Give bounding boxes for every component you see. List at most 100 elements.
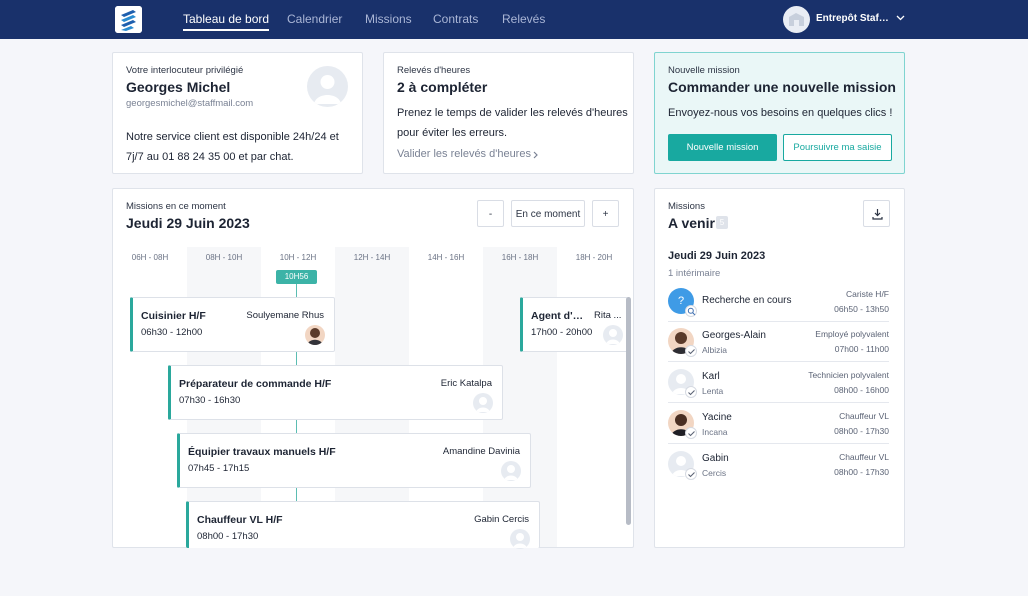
now-button[interactable]: En ce moment [511, 200, 585, 227]
list-item-name: Recherche en cours [702, 295, 792, 306]
continue-entry-button[interactable]: Poursuivre ma saisie [783, 134, 892, 161]
list-item-role: Technicien polyvalent [808, 370, 889, 380]
check-icon [688, 431, 695, 437]
list-item-name: Yacine [702, 412, 732, 423]
timesheets-title: 2 à compléter [397, 79, 488, 95]
timesheets-text-line1: Prenez le temps de valider les relevés d… [397, 107, 628, 119]
timeline-scrollbar[interactable] [626, 297, 631, 525]
list-item-sub: Cercis [702, 468, 727, 478]
chevron-right-icon[interactable] [532, 151, 539, 159]
current-missions-date: Jeudi 29 Juin 2023 [126, 215, 250, 231]
list-item[interactable]: ? Recherche en cours Cariste H/F 06h50 -… [668, 283, 889, 324]
list-item[interactable]: Georges-Alain Albizia Employé polyvalent… [668, 323, 889, 364]
list-item-name: Karl [702, 371, 720, 382]
divider [668, 402, 889, 403]
check-badge [685, 386, 697, 398]
nav-tab-contracts[interactable]: Contrats [433, 12, 478, 26]
divider [668, 443, 889, 444]
download-icon [872, 209, 883, 220]
nav-tab-dashboard[interactable]: Tableau de bord [183, 12, 270, 31]
current-missions-label: Missions en ce moment [126, 201, 226, 212]
shift-card[interactable]: Équipier travaux manuels H/F 07h45 - 17h… [177, 433, 531, 488]
top-navigation-bar: Tableau de bord Calendrier Missions Cont… [0, 0, 1028, 39]
list-item-time: 08h00 - 17h30 [834, 467, 889, 477]
upcoming-date: Jeudi 29 Juin 2023 [668, 250, 766, 262]
company-avatar-icon[interactable] [783, 6, 810, 33]
shift-title: Équipier travaux manuels H/F [188, 446, 336, 458]
upcoming-count-badge: 5 [716, 216, 728, 229]
shift-worker-name: Rita ... [594, 310, 622, 321]
validate-timesheets-link[interactable]: Valider les relevés d'heures [397, 144, 531, 165]
list-item-name: Gabin [702, 453, 729, 464]
new-mission-title: Commander une nouvelle mission [668, 79, 896, 95]
divider [668, 321, 889, 322]
list-item-role: Cariste H/F [846, 289, 889, 299]
chevron-down-icon[interactable] [896, 13, 905, 22]
check-badge [685, 345, 697, 357]
list-item-time: 08h00 - 16h00 [834, 385, 889, 395]
service-text-line1: Notre service client est disponible 24h/… [126, 131, 339, 143]
check-badge [685, 468, 697, 480]
worker-avatar-icon [510, 529, 530, 549]
list-item[interactable]: Karl Lenta Technicien polyvalent 08h00 -… [668, 364, 889, 405]
shift-card[interactable]: Agent d'e... 17h00 - 20h00 Rita ... [520, 297, 628, 352]
list-item[interactable]: Yacine Incana Chauffeur VL 08h00 - 17h30 [668, 405, 889, 446]
account-name[interactable]: Entrepôt Staffme... [816, 13, 890, 24]
shift-time: 07h30 - 16h30 [179, 395, 241, 406]
nav-tab-timesheets[interactable]: Relevés [502, 12, 545, 26]
shift-worker-name: Soulyemane Rhus [246, 310, 324, 321]
list-item-sub: Albizia [702, 345, 728, 355]
list-item-role: Chauffeur VL [839, 452, 889, 462]
shift-time: 08h00 - 17h30 [197, 531, 259, 542]
worker-avatar-icon [501, 461, 521, 481]
contact-email[interactable]: georgesmichel@staffmail.com [126, 98, 253, 109]
list-item-time: 08h00 - 17h30 [834, 426, 889, 436]
zoom-in-button[interactable]: + [592, 200, 619, 227]
check-badge [685, 427, 697, 439]
contact-label: Votre interlocuteur privilégié [126, 65, 244, 76]
list-item-time: 07h00 - 11h00 [834, 344, 889, 354]
divider [668, 361, 889, 362]
list-item-role: Chauffeur VL [839, 411, 889, 421]
shift-title: Cuisinier H/F [141, 310, 206, 322]
upcoming-label: Missions [668, 201, 705, 212]
timesheets-label: Relevés d'heures [397, 65, 471, 76]
check-icon [688, 472, 695, 478]
time-header: 06H - 08H [131, 253, 169, 262]
new-mission-button[interactable]: Nouvelle mission [668, 134, 777, 161]
new-mission-label: Nouvelle mission [668, 65, 740, 76]
download-button[interactable] [863, 200, 890, 227]
shift-card[interactable]: Chauffeur VL H/F 08h00 - 17h30 Gabin Cer… [186, 501, 540, 549]
time-header: 16H - 18H [501, 253, 539, 262]
worker-avatar-icon [305, 325, 325, 345]
shift-time: 06h30 - 12h00 [141, 327, 203, 338]
time-header: 18H - 20H [575, 253, 613, 262]
check-icon [688, 390, 695, 396]
shift-card[interactable]: Cuisinier H/F 06h30 - 12h00 Soulyemane R… [130, 297, 335, 352]
worker-avatar-icon [603, 325, 623, 345]
shift-title: Chauffeur VL H/F [197, 514, 283, 526]
shift-time: 17h00 - 20h00 [531, 327, 593, 338]
nav-tab-calendar[interactable]: Calendrier [287, 12, 342, 26]
contact-name: Georges Michel [126, 79, 231, 95]
list-item-time: 06h50 - 13h50 [834, 304, 889, 314]
timesheets-text-line2: pour éviter les erreurs. [397, 127, 508, 139]
zoom-out-button[interactable]: - [477, 200, 504, 227]
upcoming-sub: 1 intérimaire [668, 268, 721, 279]
time-header: 08H - 10H [205, 253, 243, 262]
shift-time: 07h45 - 17h15 [188, 463, 250, 474]
shift-card[interactable]: Préparateur de commande H/F 07h30 - 16h3… [168, 365, 503, 420]
shift-worker-name: Amandine Davinia [442, 446, 520, 457]
staffme-logo-icon[interactable] [115, 6, 142, 33]
shift-title: Agent d'e... [531, 310, 587, 322]
shift-title: Préparateur de commande H/F [179, 378, 332, 390]
shift-worker-name: Gabin Cercis [474, 514, 529, 525]
list-item[interactable]: Gabin Cercis Chauffeur VL 08h00 - 17h30 [668, 446, 889, 487]
time-header: 12H - 14H [353, 253, 391, 262]
nav-tab-missions[interactable]: Missions [365, 12, 412, 26]
worker-avatar-icon [473, 393, 493, 413]
contact-avatar-icon [307, 66, 348, 107]
search-icon [687, 307, 696, 316]
current-time-badge: 10H56 [276, 270, 317, 284]
upcoming-title: A venir [668, 215, 715, 231]
